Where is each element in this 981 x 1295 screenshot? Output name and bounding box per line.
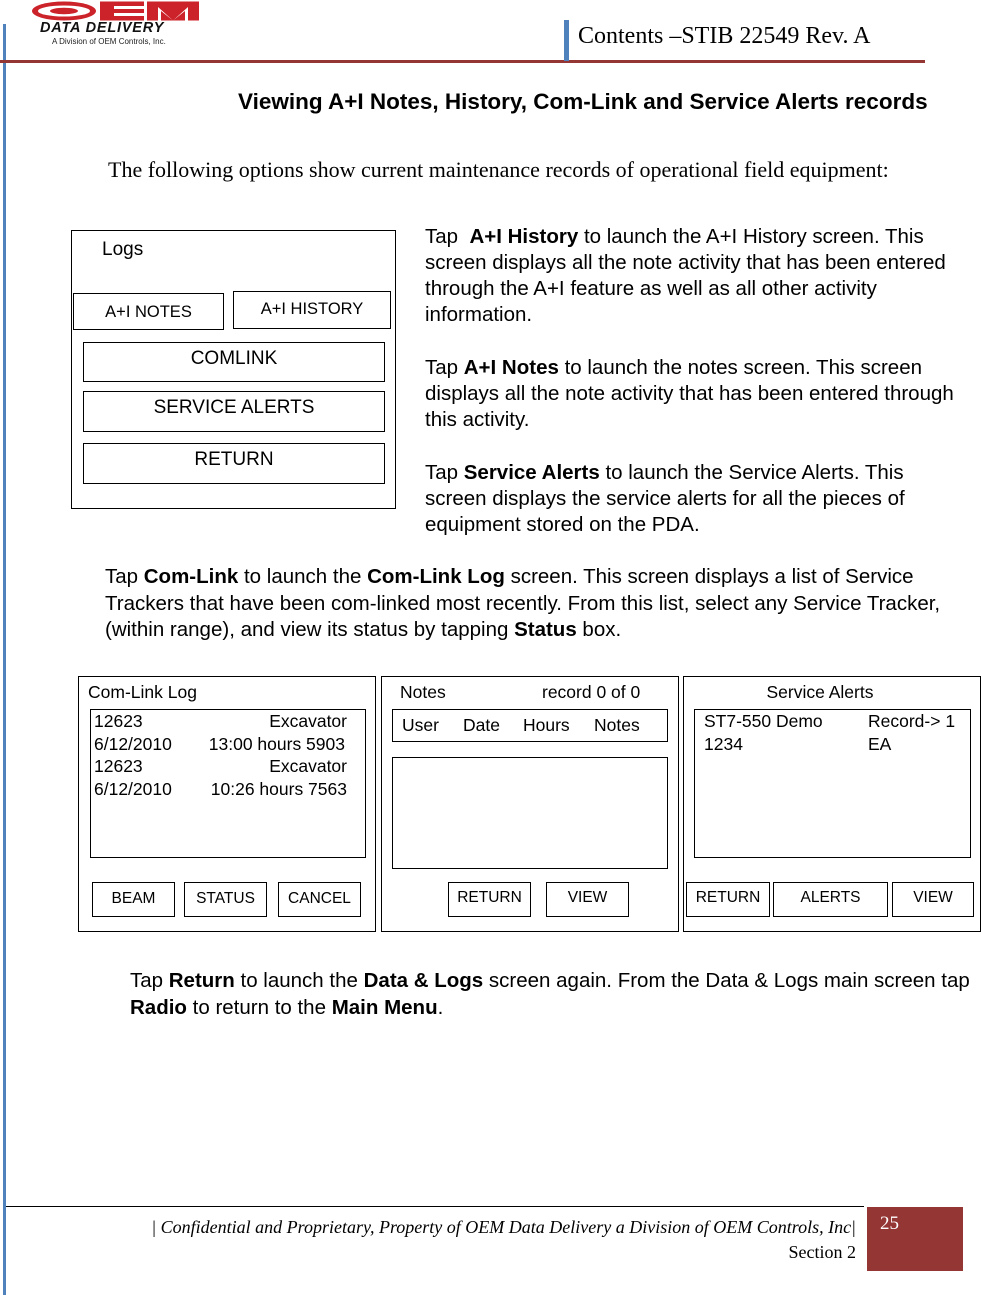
para-text: to return to the [186, 996, 332, 1019]
ai-notes-paragraph: Tap A+I Notes to launch the notes screen… [425, 355, 955, 433]
record-type: Excavator [269, 711, 347, 731]
record-id: 12623 [94, 711, 143, 731]
column-header-user: User [402, 715, 439, 735]
para-bold: A+I History [469, 225, 579, 248]
para-text: to launch the [238, 565, 368, 588]
left-margin-rule [3, 24, 6, 1295]
logo-subtitle: A Division of OEM Controls, Inc. [52, 37, 166, 46]
record-date: 6/12/2010 [94, 778, 172, 799]
para-text: Tap [425, 356, 464, 379]
return-button[interactable]: RETURN [448, 882, 531, 917]
para-bold: Main Menu [331, 996, 438, 1019]
para-bold: A+I Notes [463, 356, 559, 379]
para-bold: Data & Logs [363, 969, 484, 992]
header-accent-bar [564, 20, 569, 61]
alert-record: EA [868, 733, 892, 754]
para-bold: Status [514, 618, 577, 641]
para-bold: Radio [130, 996, 187, 1019]
logs-screen-title: Logs [102, 239, 144, 260]
document-title: Contents –STIB 22549 Rev. A [578, 23, 871, 49]
header-rule [0, 60, 925, 63]
status-button[interactable]: STATUS [184, 882, 267, 917]
comlink-record-list[interactable]: 12623 Excavator 6/12/2010 13:00 hours 59… [90, 709, 366, 858]
logs-screen-mockup: Logs A+I NOTES A+I HISTORY COMLINK SERVI… [71, 230, 396, 509]
alerts-button[interactable]: ALERTS [773, 882, 888, 917]
footer-rule [6, 1206, 864, 1207]
list-item[interactable]: ST7-550 Demo Record-> 1 [695, 710, 970, 733]
list-item[interactable]: 12623 Excavator [91, 710, 365, 733]
page-number-box: 25 [867, 1207, 963, 1271]
oem-logo: DATA DELIVERY A Division of OEM Controls… [30, 0, 202, 50]
cancel-button[interactable]: CANCEL [278, 882, 361, 917]
section-heading: Viewing A+I Notes, History, Com-Link and… [238, 89, 928, 114]
para-text: . [437, 996, 444, 1019]
footer-confidential: | Confidential and Proprietary, Property… [151, 1217, 856, 1237]
para-bold: Return [168, 969, 235, 992]
view-button[interactable]: VIEW [892, 882, 974, 917]
comlink-log-title: Com-Link Log [88, 682, 197, 702]
comlink-button[interactable]: COMLINK [83, 342, 385, 382]
ai-notes-button[interactable]: A+I NOTES [73, 293, 224, 330]
record-type: Excavator [269, 756, 347, 776]
list-item[interactable]: 6/12/2010 13:00 hours 5903 [91, 733, 365, 756]
record-date: 6/12/2010 [94, 733, 172, 754]
notes-list[interactable] [392, 757, 668, 869]
column-header-date: Date [463, 715, 500, 735]
column-header-hours: Hours [523, 715, 570, 735]
notes-title: Notes [400, 682, 446, 702]
oem-wordmark-icon [30, 0, 202, 22]
record-time-hours: 10:26 hours 7563 [210, 778, 347, 799]
para-text: Tap [105, 565, 144, 588]
return-button[interactable]: RETURN [686, 882, 770, 917]
list-item[interactable]: 6/12/2010 10:26 hours 7563 [91, 778, 365, 801]
return-paragraph: Tap Return to launch the Data & Logs scr… [130, 967, 981, 1021]
intro-paragraph: The following options show current maint… [108, 157, 889, 182]
para-text: box. [576, 618, 622, 641]
list-item[interactable]: 12623 Excavator [91, 755, 365, 778]
para-text: screen again. From the Data & Logs main … [483, 969, 970, 992]
para-bold: Com-Link [143, 565, 239, 588]
record-time-hours: 13:00 hours 5903 [208, 733, 345, 754]
notes-screen-mockup: Notes record 0 of 0 User Date Hours Note… [381, 676, 679, 932]
list-item[interactable]: 1234 EA [695, 733, 970, 756]
footer-section: Section 2 [788, 1242, 857, 1262]
comlink-log-mockup: Com-Link Log 12623 Excavator 6/12/2010 1… [78, 676, 376, 932]
para-text: Tap [425, 225, 470, 248]
view-button[interactable]: VIEW [546, 882, 629, 917]
para-bold: Service Alerts [463, 461, 600, 484]
record-counter: record 0 of 0 [542, 682, 641, 702]
para-text: Tap [130, 969, 169, 992]
alerts-record-list[interactable]: ST7-550 Demo Record-> 1 1234 EA [694, 709, 971, 858]
service-alerts-button[interactable]: SERVICE ALERTS [83, 391, 385, 432]
alert-equipment: ST7-550 Demo [704, 711, 823, 731]
logo-tagline: DATA DELIVERY [40, 20, 165, 36]
para-text: to launch the [234, 969, 364, 992]
alert-equipment: 1234 [704, 733, 743, 754]
notes-column-header: User Date Hours Notes [392, 709, 668, 742]
service-alerts-mockup: Service Alerts ST7-550 Demo Record-> 1 1… [683, 676, 981, 932]
alert-record: Record-> 1 [868, 711, 956, 731]
page-number: 25 [880, 1213, 899, 1234]
para-bold: Com-Link Log [367, 565, 505, 588]
column-header-notes: Notes [594, 715, 640, 735]
service-alerts-title: Service Alerts [766, 682, 874, 702]
beam-button[interactable]: BEAM [92, 882, 175, 917]
para-text: Tap [425, 461, 464, 484]
record-id: 12623 [94, 756, 143, 776]
ai-history-button[interactable]: A+I HISTORY [233, 291, 391, 329]
comlink-paragraph: Tap Com-Link to launch the Com-Link Log … [105, 564, 981, 644]
service-alerts-paragraph: Tap Service Alerts to launch the Service… [425, 460, 955, 538]
footer: | Confidential and Proprietary, Property… [20, 1215, 856, 1265]
ai-history-paragraph: Tap A+I History to launch the A+I Histor… [425, 224, 955, 328]
return-button[interactable]: RETURN [83, 443, 385, 484]
